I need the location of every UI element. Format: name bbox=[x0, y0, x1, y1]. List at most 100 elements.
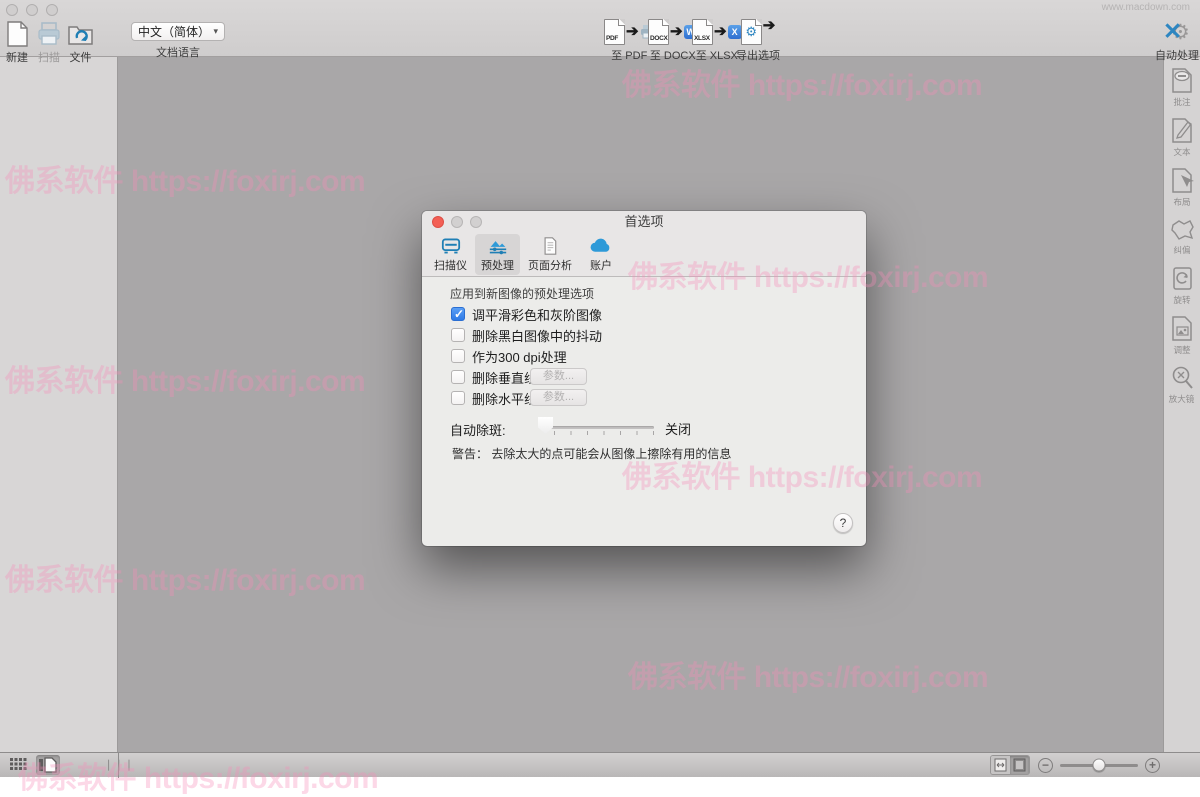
close-button[interactable] bbox=[6, 4, 18, 16]
help-button[interactable]: ? bbox=[833, 513, 853, 533]
sidebar-item-label: 纠偏 bbox=[1173, 243, 1190, 255]
fit-mode-segment bbox=[990, 755, 1030, 775]
tab-label: 扫描仪 bbox=[434, 257, 467, 273]
checkbox-checked[interactable] bbox=[451, 307, 465, 321]
minimize-button[interactable] bbox=[26, 4, 38, 16]
page-with-sidebar-icon bbox=[39, 757, 57, 773]
tab-scanner[interactable]: 扫描仪 bbox=[428, 234, 473, 275]
zoom-in-button[interactable]: + bbox=[1145, 758, 1160, 773]
new-document-label: 新建 bbox=[6, 49, 28, 65]
export-options-document-icon: ⚙ bbox=[741, 19, 762, 45]
sidebar-item-layout[interactable]: 布局 bbox=[1164, 167, 1200, 208]
export-docx-button[interactable]: DOCX ➔ W 至 DOCX bbox=[648, 18, 698, 63]
thumbnails-view-button[interactable] bbox=[6, 755, 30, 775]
checkbox-label: 删除水平线 bbox=[472, 389, 537, 408]
despeckle-row: 自动除斑: 关闭 bbox=[450, 417, 838, 439]
status-bar: ❘❘❘ − + bbox=[0, 752, 1200, 777]
fit-width-button[interactable] bbox=[991, 756, 1010, 774]
document-language-label: 文档语言 bbox=[131, 44, 225, 60]
auto-process-button[interactable]: ⚙✕ 自动处理 bbox=[1155, 18, 1199, 63]
sidebar-item-label: 调整 bbox=[1173, 343, 1190, 355]
dialog-minimize-button bbox=[451, 216, 463, 228]
zoom-slider-thumb[interactable] bbox=[1093, 759, 1106, 772]
arrow-right-icon: ➔ bbox=[714, 24, 727, 39]
sidebar-item-adjust[interactable]: 调整 bbox=[1164, 315, 1200, 356]
scan-button[interactable]: 扫描 bbox=[37, 20, 61, 65]
checkbox-unchecked[interactable] bbox=[451, 349, 465, 363]
gear-x-icon: ⚙✕ bbox=[1163, 19, 1191, 45]
dialog-body: 应用到新图像的预处理选项 调平滑彩色和灰阶图像 删除黑白图像中的抖动 作为300… bbox=[422, 277, 866, 546]
tab-preprocessing[interactable]: 预处理 bbox=[475, 234, 520, 275]
xlsx-document-icon: XLSX bbox=[692, 19, 713, 45]
horizontal-params-button[interactable]: 参数... bbox=[530, 389, 587, 406]
arrow-right-icon: ➔ bbox=[763, 18, 776, 33]
arrow-right-icon: ➔ bbox=[626, 24, 639, 39]
document-language-select[interactable]: 中文（简体） ▾ bbox=[131, 22, 225, 41]
tab-label: 预处理 bbox=[481, 257, 514, 273]
section-header: 应用到新图像的预处理选项 bbox=[450, 285, 594, 302]
dialog-tabbar: 扫描仪 预处理 页面分析 账户 bbox=[422, 233, 866, 277]
folder-icon bbox=[67, 20, 94, 47]
despeckle-slider[interactable] bbox=[542, 426, 654, 429]
scanner-icon bbox=[37, 20, 61, 47]
thumbnail-panel[interactable] bbox=[0, 57, 118, 752]
pdf-document-icon: PDF bbox=[604, 19, 625, 45]
fit-page-button[interactable] bbox=[1010, 756, 1029, 774]
text-edit-icon bbox=[1171, 117, 1194, 144]
checkbox-unchecked[interactable] bbox=[451, 370, 465, 384]
cloud-icon bbox=[586, 237, 616, 255]
rotate-icon bbox=[1171, 265, 1194, 292]
window-controls bbox=[6, 4, 58, 16]
docx-document-icon: DOCX bbox=[648, 19, 669, 45]
document-language-value: 中文（简体） bbox=[138, 23, 213, 40]
despeckle-value: 关闭 bbox=[665, 419, 691, 438]
sidebar-item-rotate[interactable]: 旋转 bbox=[1164, 265, 1200, 306]
page-view-button[interactable] bbox=[36, 755, 60, 775]
fit-page-icon bbox=[1013, 758, 1026, 772]
magnifier-icon bbox=[1170, 365, 1195, 391]
tab-account[interactable]: 账户 bbox=[580, 234, 622, 275]
dialog-titlebar[interactable]: 首选项 bbox=[422, 211, 866, 233]
sidebar-item-annotate[interactable]: 批注 bbox=[1164, 67, 1200, 108]
layout-cursor-icon bbox=[1171, 167, 1194, 194]
checkbox-row-remove-vertical-lines: 删除垂直线 bbox=[451, 369, 537, 385]
checkbox-row-even-smooth: 调平滑彩色和灰阶图像 bbox=[451, 306, 602, 322]
sidebar-item-magnifier[interactable]: 放大镜 bbox=[1164, 365, 1200, 405]
checkbox-row-remove-dither: 删除黑白图像中的抖动 bbox=[451, 327, 602, 343]
checkbox-unchecked[interactable] bbox=[451, 328, 465, 342]
sidebar-item-label: 放大镜 bbox=[1169, 392, 1195, 404]
slider-ticks bbox=[554, 431, 656, 435]
sidebar-item-text[interactable]: 文本 bbox=[1164, 117, 1200, 158]
sidebar-item-deskew[interactable]: 纠偏 bbox=[1164, 217, 1200, 256]
app-window: 新建 扫描 文件 中文（简体） ▾ 文档语言 PDF ➔ bbox=[0, 0, 1200, 777]
vertical-params-button[interactable]: 参数... bbox=[530, 368, 587, 385]
zoom-button[interactable] bbox=[46, 4, 58, 16]
sidebar-item-label: 批注 bbox=[1173, 95, 1190, 107]
export-options-button[interactable]: ⚙ ➔ 导出选项 bbox=[736, 18, 780, 63]
panel-resize-handle[interactable]: ❘❘❘ bbox=[104, 758, 135, 771]
preprocessing-tab-icon bbox=[485, 237, 511, 255]
export-pdf-button[interactable]: PDF ➔ 至 PDF bbox=[604, 18, 655, 63]
dialog-close-button[interactable] bbox=[432, 216, 444, 228]
deskew-icon bbox=[1170, 217, 1195, 242]
checkbox-row-300dpi: 作为300 dpi处理 bbox=[451, 348, 567, 364]
sidebar-item-label: 文本 bbox=[1173, 145, 1190, 157]
export-options-label: 导出选项 bbox=[736, 47, 780, 63]
zoom-out-button[interactable]: − bbox=[1038, 758, 1053, 773]
sidebar-item-label: 旋转 bbox=[1173, 293, 1190, 305]
tab-label: 账户 bbox=[590, 257, 612, 273]
despeckle-slider-thumb[interactable] bbox=[538, 417, 553, 434]
auto-process-label: 自动处理 bbox=[1155, 47, 1199, 63]
checkbox-label: 删除垂直线 bbox=[472, 368, 537, 387]
open-file-button[interactable]: 文件 bbox=[67, 20, 94, 65]
open-file-label: 文件 bbox=[70, 49, 92, 65]
checkbox-unchecked[interactable] bbox=[451, 391, 465, 405]
chevron-down-icon: ▾ bbox=[213, 26, 218, 37]
main-toolbar: 新建 扫描 文件 中文（简体） ▾ 文档语言 PDF ➔ bbox=[0, 0, 1200, 57]
zoom-slider[interactable] bbox=[1060, 764, 1138, 767]
tab-page-analysis[interactable]: 页面分析 bbox=[522, 234, 578, 275]
arrow-right-icon: ➔ bbox=[670, 24, 683, 39]
new-document-button[interactable]: 新建 bbox=[6, 20, 28, 65]
scan-label: 扫描 bbox=[38, 49, 60, 65]
export-xlsx-button[interactable]: XLSX ➔ X 至 XLSX bbox=[692, 18, 742, 63]
